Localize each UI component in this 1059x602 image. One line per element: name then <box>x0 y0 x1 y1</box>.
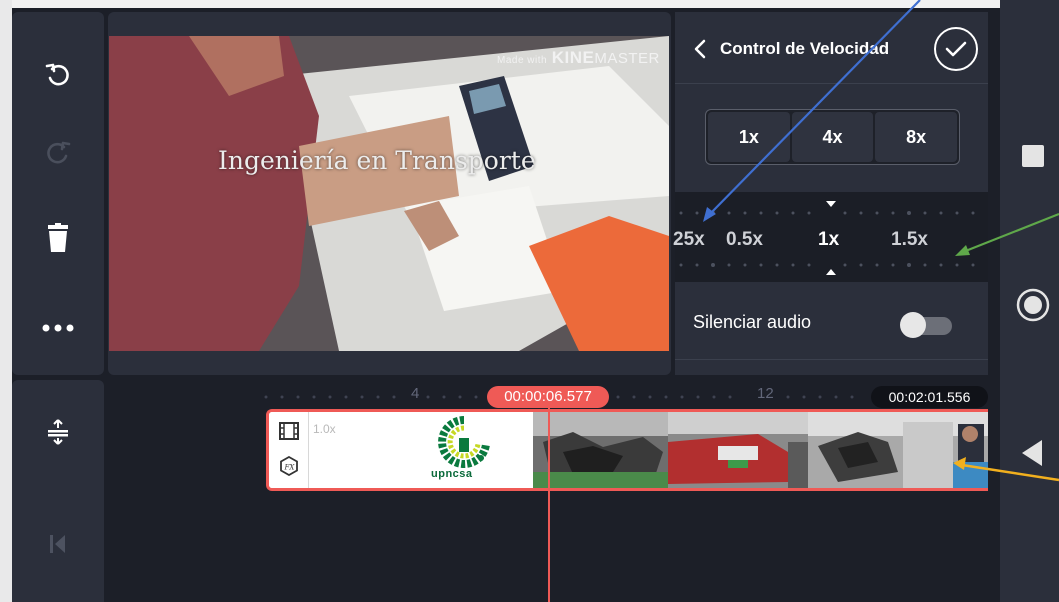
speed-presets: 1x 4x 8x <box>705 109 960 165</box>
split-button[interactable] <box>12 402 104 462</box>
speed-label-0-5x: 0.5x <box>726 229 763 250</box>
top-backdrop <box>0 0 1059 8</box>
record-icon[interactable] <box>1016 288 1050 322</box>
speed-ticks-top <box>679 211 975 215</box>
undo-icon <box>45 63 69 86</box>
delete-button[interactable] <box>12 208 104 268</box>
speed-label-1-5x: 1.5x <box>891 229 928 250</box>
video-overlay-title: Ingeniería en Transporte <box>218 146 536 175</box>
speed-control-panel: Control de Velocidad 1x 4x 8x 25x 0.5x 1… <box>673 12 988 375</box>
svg-text:FX: FX <box>284 464 296 472</box>
jump-to-start-button[interactable] <box>12 514 104 574</box>
film-icon <box>279 422 299 440</box>
kinemaster-editor: Made with KINEMASTER Ingeniería en Trans… <box>0 0 1059 602</box>
watermark-prefix: Made with <box>497 55 548 66</box>
slider-pointer-bottom-icon <box>826 269 836 275</box>
trash-icon <box>48 223 68 252</box>
preset-1x-button[interactable]: 1x <box>708 112 790 162</box>
left-timeline-toolbar <box>12 380 104 602</box>
fx-icon: FX <box>280 456 298 476</box>
redo-button[interactable] <box>12 122 104 182</box>
clip-thumbnail-1 <box>533 412 668 488</box>
preset-4x-button[interactable]: 4x <box>791 112 874 162</box>
total-duration: 00:02:01.556 <box>871 386 988 408</box>
speed-slider[interactable]: 25x 0.5x 1x 1.5x <box>673 192 988 282</box>
watermark-brand-light: MASTER <box>594 50 660 67</box>
speed-label-1x: 1x <box>818 229 840 250</box>
left-toolbar <box>12 12 104 375</box>
jump-to-start-icon <box>50 535 65 553</box>
upncsa-logo <box>438 416 490 468</box>
confirm-button[interactable] <box>934 27 978 71</box>
silence-audio-toggle[interactable] <box>900 312 954 338</box>
undo-button[interactable] <box>12 44 104 104</box>
back-chevron-icon[interactable] <box>693 39 707 59</box>
ruler-mark-4: 4 <box>411 385 420 402</box>
video-clip[interactable]: FX 1.0x upncsa <box>266 409 988 491</box>
silence-audio-label: Silenciar audio <box>693 312 812 332</box>
playhead[interactable] <box>548 408 550 602</box>
more-button[interactable] <box>12 298 104 358</box>
stop-icon[interactable] <box>1021 144 1045 168</box>
clip-badges: FX <box>269 412 309 488</box>
watermark-brand-bold: KINE <box>551 48 595 67</box>
redo-icon <box>47 141 71 164</box>
kinemaster-watermark: Made with KINEMASTER <box>497 48 660 68</box>
split-icon <box>48 419 68 445</box>
slider-pointer-top-icon <box>826 201 836 207</box>
clip-thumbnail-3 <box>808 412 988 488</box>
check-icon <box>945 41 967 57</box>
more-icon <box>42 324 74 332</box>
preview-scene <box>109 36 669 351</box>
current-time: 00:00:06.577 <box>487 386 609 408</box>
preset-8x-button[interactable]: 8x <box>875 112 958 162</box>
back-triangle-icon[interactable] <box>1020 438 1044 468</box>
video-preview[interactable] <box>109 36 669 351</box>
toggle-knob <box>900 312 926 338</box>
panel-title: Control de Velocidad <box>720 39 890 58</box>
panel-header: Control de Velocidad <box>675 12 988 84</box>
clip-thumbnail-2 <box>668 412 808 488</box>
clip-title-segment: FX 1.0x upncsa <box>269 412 533 488</box>
speed-label-25x: 25x <box>673 229 705 250</box>
ruler-mark-12: 12 <box>757 385 774 402</box>
playback-control-bar <box>1000 0 1059 602</box>
clip-speed-label: 1.0x <box>313 422 336 436</box>
logo-text: upncsa <box>431 468 473 480</box>
silence-audio-row: Silenciar audio <box>675 282 988 360</box>
left-backdrop <box>0 0 12 602</box>
